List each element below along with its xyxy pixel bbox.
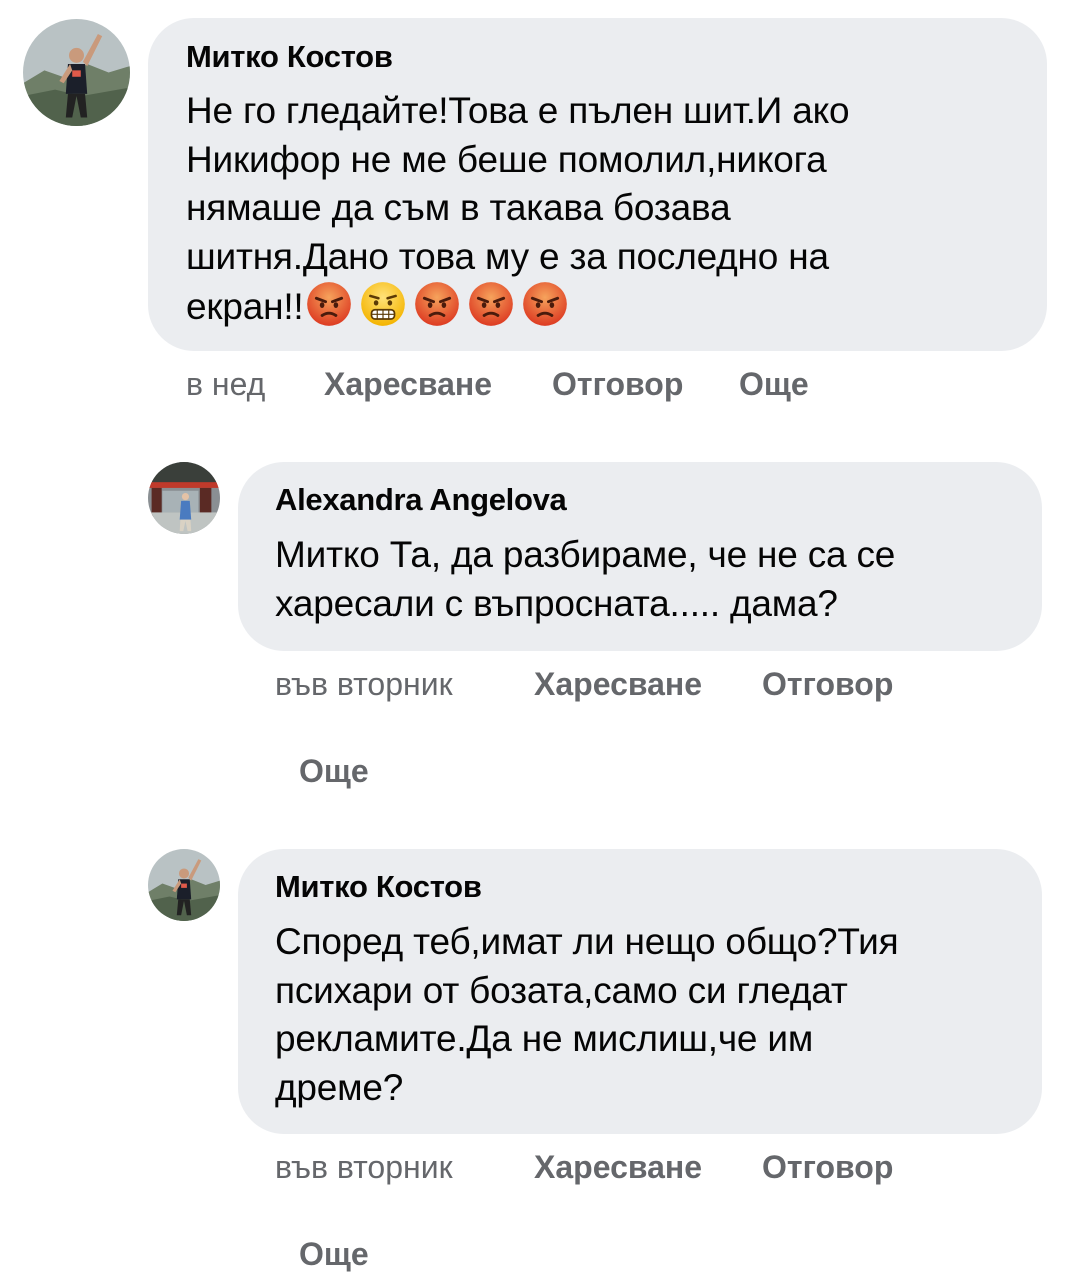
profile-photo	[148, 849, 220, 921]
comment-timestamp[interactable]: във вторник	[275, 1148, 453, 1186]
comment-text-line: психари от бозата,само си гледат	[275, 969, 848, 1011]
avatar[interactable]	[148, 849, 220, 921]
comment-text: Според теб,имат ли нещо общо?Тия психари…	[275, 918, 899, 1112]
angry-face-icon	[414, 281, 460, 327]
grimacing-face-icon	[360, 281, 406, 327]
comment-text-line: дреме?	[275, 1066, 404, 1108]
like-button[interactable]: Харесване	[324, 365, 492, 403]
comment-text-line: Не го гледайте!Това е пълен шит.И ако	[186, 90, 850, 131]
comment-text-line: нямаше да съм в такава бозава	[186, 187, 731, 228]
comment-actions: в нед Харесване Отговор Още	[186, 365, 886, 405]
more-button[interactable]: Още	[739, 365, 809, 403]
comment-text-line: рекламите.Да не мислиш,че им	[275, 1018, 814, 1059]
comment-author[interactable]: Alexandra Angelova	[275, 482, 567, 518]
avatar[interactable]	[148, 462, 220, 534]
like-button[interactable]: Харесване	[534, 665, 702, 703]
comment-timestamp[interactable]: във вторник	[275, 665, 453, 703]
comment-text-line: харесали с въпросната..... дама?	[275, 582, 838, 624]
profile-photo	[23, 19, 130, 126]
comment-text: Не го гледайте!Това е пълен шит.И ако Ни…	[186, 87, 850, 332]
comment-actions: във вторник Харесване Отговор	[275, 1148, 975, 1188]
reply-button[interactable]: Отговор	[762, 665, 893, 703]
comment-timestamp[interactable]: в нед	[186, 365, 265, 403]
angry-face-icon	[306, 281, 352, 327]
comment-text-line: шитня.Дано това му е за последно на	[186, 235, 829, 277]
comment-author[interactable]: Митко Костов	[186, 39, 393, 75]
profile-photo	[148, 462, 220, 534]
comment-text-tail: екран!!	[186, 286, 304, 327]
comment-author[interactable]: Митко Костов	[275, 869, 482, 905]
more-button[interactable]: Още	[299, 1235, 369, 1273]
comment-text-line: Митко Та, да разбираме, че не са се	[275, 534, 896, 575]
angry-face-icon	[468, 281, 514, 327]
reply-button[interactable]: Отговор	[762, 1148, 893, 1186]
angry-face-icon	[522, 281, 568, 327]
more-button[interactable]: Още	[299, 752, 369, 790]
comment-text: Митко Та, да разбираме, че не са се харе…	[275, 531, 895, 628]
comment-actions: във вторник Харесване Отговор	[275, 665, 975, 705]
like-button[interactable]: Харесване	[534, 1148, 702, 1186]
reply-button[interactable]: Отговор	[552, 365, 683, 403]
comment-text-line-last: екран!!	[186, 281, 849, 332]
comment-text-line: Никифор не ме беше помолил,никога	[186, 138, 827, 180]
comment-text-line: Според теб,имат ли нещо общо?Тия	[275, 921, 899, 962]
avatar[interactable]	[23, 19, 130, 126]
